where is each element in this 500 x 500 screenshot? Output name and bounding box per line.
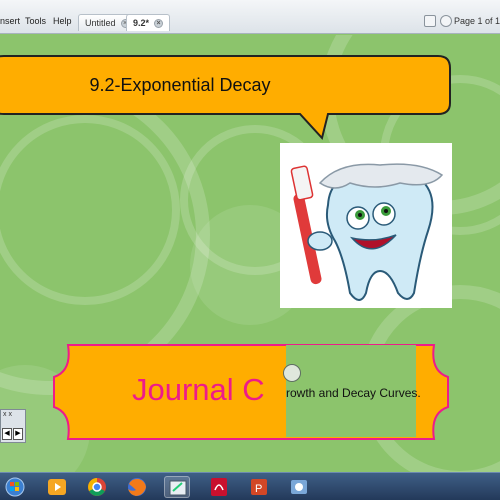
tools-icon[interactable] <box>286 476 312 498</box>
next-page-button[interactable]: ▶ <box>13 428 23 440</box>
media-player-icon[interactable] <box>44 476 70 498</box>
refresh-icon[interactable] <box>440 15 452 27</box>
pen-cursor-icon <box>283 364 301 382</box>
app-toolbar: nsert Tools Help Untitled × 9.2* × Page 1 … <box>0 0 500 34</box>
powerpoint-icon[interactable]: P <box>246 476 272 498</box>
page-indicator: Page 1 of 1 <box>453 16 500 26</box>
firefox-icon[interactable] <box>124 476 150 498</box>
whiteboard-app-icon[interactable] <box>164 476 190 498</box>
banner-title: Journal C <box>132 372 265 407</box>
menu-insert[interactable]: nsert <box>0 16 20 26</box>
menu-help[interactable]: Help <box>53 16 72 26</box>
toolbar-close[interactable]: x x <box>3 411 12 418</box>
tooth-clipart <box>290 163 444 301</box>
tab-label: 9.2* <box>133 18 150 28</box>
page-view-icon[interactable] <box>424 15 436 27</box>
pdf-icon[interactable] <box>206 476 232 498</box>
svg-text:P: P <box>255 483 262 495</box>
slide-canvas: 9.2-Exponential Decay Journal C rowth an… <box>0 35 500 472</box>
overlay-text[interactable]: rowth and Decay Curves. <box>286 386 421 400</box>
journal-banner[interactable]: Journal C rowth and Decay Curves. <box>40 337 462 447</box>
floating-toolbar[interactable]: x x ◀ ▶ <box>0 409 26 443</box>
slide-title: 9.2-Exponential Decay <box>89 74 271 95</box>
start-orb-icon[interactable] <box>2 476 28 498</box>
chrome-icon[interactable] <box>84 476 110 498</box>
tooth-image[interactable] <box>280 143 452 308</box>
close-icon[interactable]: × <box>154 19 164 29</box>
tab-label: Untitled <box>85 18 116 28</box>
previous-page-button[interactable]: ◀ <box>2 428 12 440</box>
taskbar: P <box>0 472 500 500</box>
menu-tools[interactable]: Tools <box>25 16 46 26</box>
tab-9-2[interactable]: 9.2* × <box>126 14 171 31</box>
